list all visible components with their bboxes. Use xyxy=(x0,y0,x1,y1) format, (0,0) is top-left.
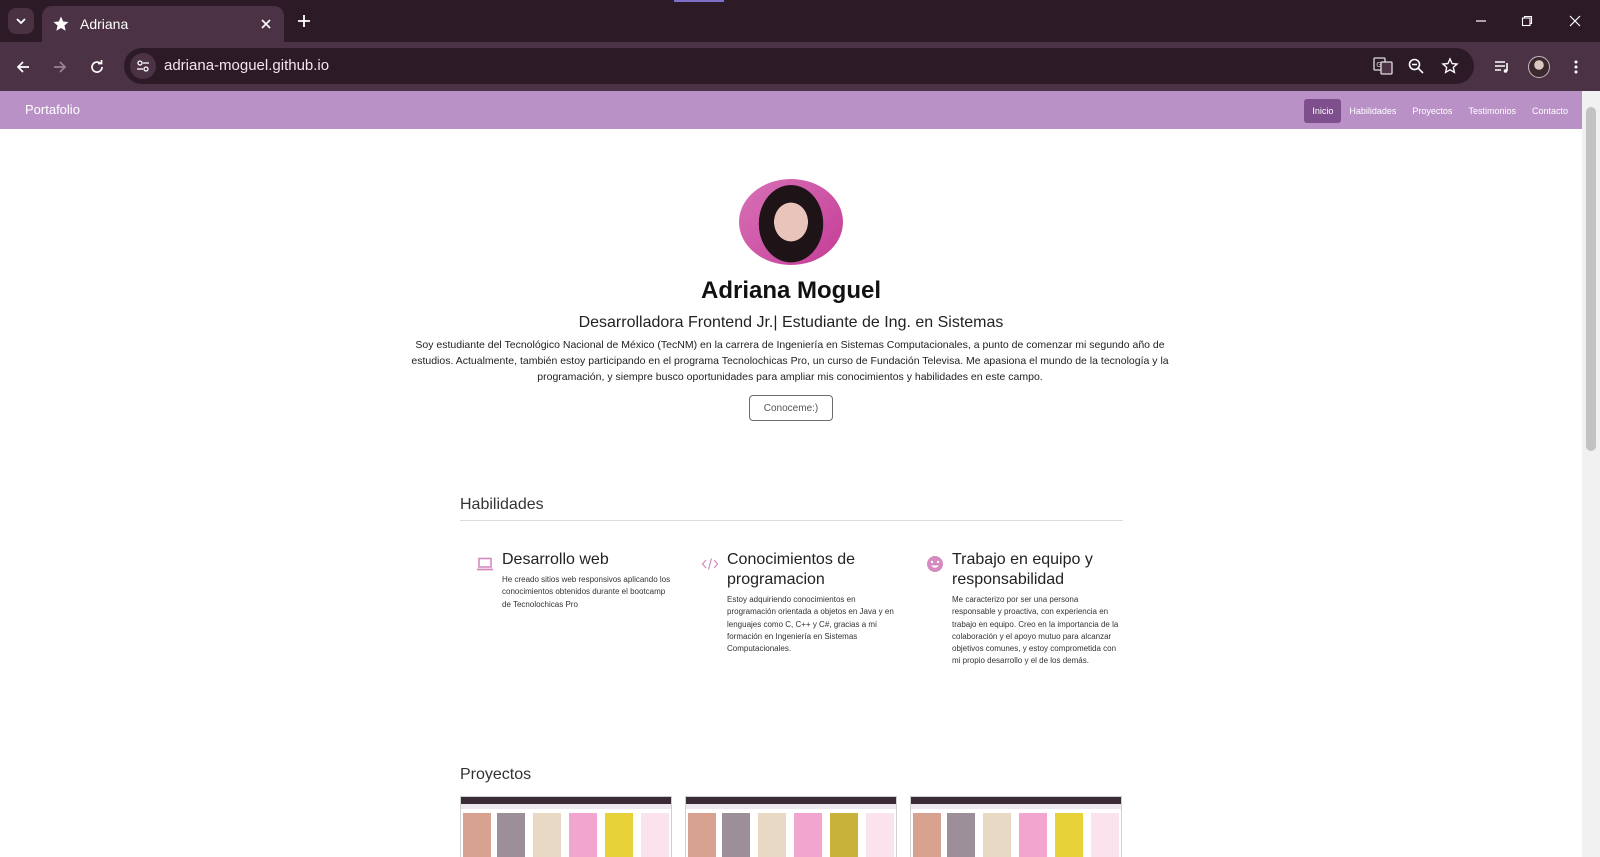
nav-link-proyectos[interactable]: Proyectos xyxy=(1404,99,1460,123)
profile-photo xyxy=(739,179,843,265)
arrow-right-icon xyxy=(54,61,67,73)
minimize-icon xyxy=(1476,20,1486,22)
restore-button[interactable] xyxy=(1504,0,1550,42)
tune-icon xyxy=(137,60,149,72)
tab-title: Adriana xyxy=(80,16,129,32)
skill-title: Desarrollo web xyxy=(502,551,609,568)
conoceme-button[interactable]: Conoceme:) xyxy=(749,395,833,421)
skills-section-title: Habilidades xyxy=(460,496,544,513)
nav-link-inicio[interactable]: Inicio xyxy=(1304,99,1342,123)
smiley-icon xyxy=(926,555,944,573)
address-bar[interactable]: adriana-moguel.github.io G xyxy=(124,48,1474,84)
url-text: adriana-moguel.github.io xyxy=(164,57,330,74)
nav-link-contacto[interactable]: Contacto xyxy=(1524,99,1576,123)
skill-title: Conocimientos de programacion xyxy=(727,551,856,588)
skill-card-programming: Conocimientos de programacion Estoy adqu… xyxy=(701,550,927,655)
hero-name: Adriana Moguel xyxy=(700,277,881,304)
chevron-down-icon xyxy=(16,18,26,25)
new-tab-button[interactable] xyxy=(292,9,316,33)
browser-tab-active[interactable]: Adriana xyxy=(42,6,284,42)
scrollbar-thumb[interactable] xyxy=(1586,107,1596,451)
minimize-button[interactable] xyxy=(1458,0,1504,42)
hero-subtitle: Desarrolladora Frontend Jr.| Estudiante … xyxy=(578,314,1004,331)
close-icon xyxy=(1569,15,1581,27)
project-thumbnail[interactable] xyxy=(460,796,672,857)
zoom-icon[interactable] xyxy=(1405,55,1427,77)
tab-accent-line xyxy=(674,0,724,2)
arrow-left-icon xyxy=(16,61,29,73)
media-control-button[interactable] xyxy=(1487,52,1517,82)
hero-bio: Soy estudiante del Tecnológico Nacional … xyxy=(411,339,1169,383)
skill-title: Trabajo en equipo y responsabilidad xyxy=(952,551,1093,588)
browser-tab-bar: Adriana xyxy=(0,0,1600,42)
skill-card-teamwork: Trabajo en equipo y responsabilidad Me c… xyxy=(927,550,1152,668)
tab-search-button[interactable] xyxy=(8,8,34,34)
project-thumbnail[interactable] xyxy=(910,796,1122,857)
skills-divider xyxy=(460,520,1123,521)
restore-icon xyxy=(1521,15,1533,27)
forward-button[interactable] xyxy=(45,52,75,82)
queue-music-icon xyxy=(1495,61,1508,73)
skill-description: Estoy adquiriendo conocimientos en progr… xyxy=(727,595,894,654)
back-button[interactable] xyxy=(8,52,38,82)
close-window-button[interactable] xyxy=(1552,0,1598,42)
profile-button[interactable] xyxy=(1524,52,1554,82)
code-icon xyxy=(701,555,719,573)
laptop-icon xyxy=(476,555,494,573)
reload-button[interactable] xyxy=(82,52,112,82)
browser-menu-button[interactable] xyxy=(1561,52,1591,82)
browser-toolbar: adriana-moguel.github.io G xyxy=(0,42,1600,91)
site-navbar: Portafolio Inicio Habilidades Proyectos … xyxy=(0,91,1582,129)
svg-text:G: G xyxy=(1376,61,1381,69)
site-brand[interactable]: Portafolio xyxy=(25,102,80,117)
bookmark-star-icon[interactable] xyxy=(1439,55,1461,77)
star-favicon-icon xyxy=(53,16,69,31)
page-viewport: Portafolio Inicio Habilidades Proyectos … xyxy=(0,91,1600,857)
tab-close-icon[interactable] xyxy=(254,12,278,36)
skill-description: He creado sitios web responsivos aplican… xyxy=(502,575,671,609)
site-nav-links: Inicio Habilidades Proyectos Testimonios… xyxy=(1304,99,1576,123)
skill-description: Me caracterizo por ser una persona respo… xyxy=(952,595,1119,666)
nav-link-testimonios[interactable]: Testimonios xyxy=(1460,99,1524,123)
reload-icon xyxy=(91,60,103,73)
site-info-button[interactable] xyxy=(130,53,156,79)
kebab-menu-icon xyxy=(1574,60,1578,74)
translate-icon[interactable]: G xyxy=(1372,55,1394,77)
project-thumbnail[interactable] xyxy=(685,796,897,857)
skill-card-web: Desarrollo web He creado sitios web resp… xyxy=(477,550,702,611)
plus-icon xyxy=(298,15,310,27)
nav-link-habilidades[interactable]: Habilidades xyxy=(1341,99,1404,123)
avatar xyxy=(1528,56,1550,78)
projects-section-title: Proyectos xyxy=(460,766,532,783)
page-scrollbar[interactable] xyxy=(1582,91,1600,857)
